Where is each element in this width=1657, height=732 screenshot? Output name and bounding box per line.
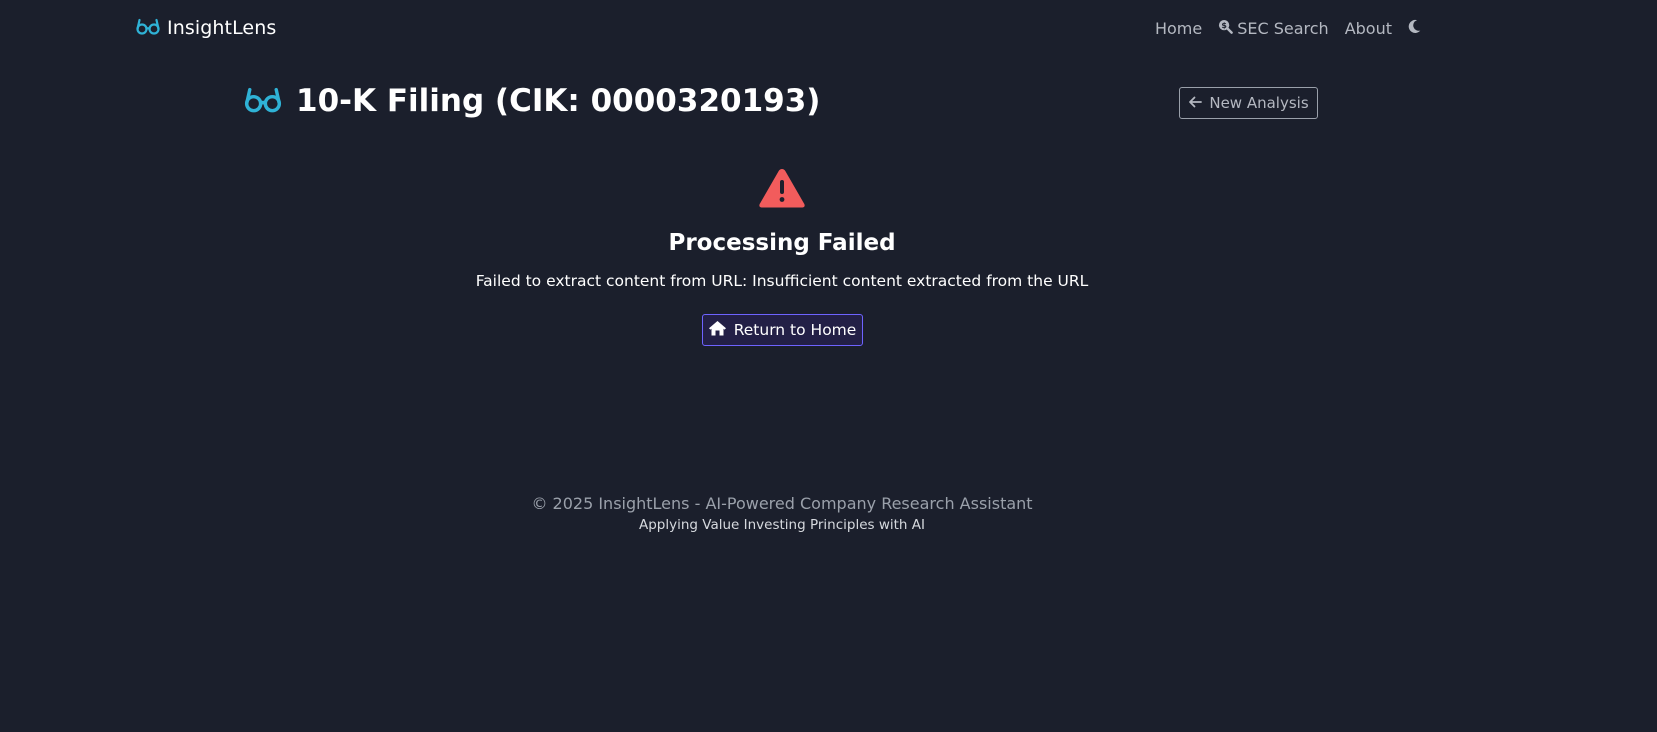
glasses-icon [244, 85, 282, 117]
footer-tagline: Applying Value Investing Principles with… [638, 517, 925, 533]
page-footer: © 2025 InsightLens - AI-Powered Company … [0, 493, 1564, 535]
page-title: 10-K Filing (CIK: 0000320193) [296, 83, 821, 119]
glasses-icon [136, 17, 160, 39]
error-panel: Processing Failed Failed to extract cont… [0, 166, 1564, 346]
arrow-left-icon [1188, 94, 1203, 112]
page-header: 10-K Filing (CIK: 0000320193) [244, 78, 820, 124]
nav-link-home-label: Home [1154, 18, 1203, 38]
nav-link-sec-search-label: SEC Search [1237, 18, 1329, 38]
brand-name: InsightLens [167, 17, 277, 39]
footer-copyright: © 2025 InsightLens - AI-Powered Company … [531, 494, 1033, 513]
search-dollar-icon: $ [1218, 19, 1233, 38]
theme-toggle-button[interactable] [1408, 19, 1421, 38]
return-home-label: Return to Home [733, 321, 857, 339]
svg-text:$: $ [1222, 21, 1228, 30]
nav-link-sec-search[interactable]: $ SEC Search [1218, 19, 1329, 38]
top-navbar: InsightLens Home $ SEC Search About [0, 0, 1657, 56]
new-analysis-label: New Analysis [1209, 94, 1309, 112]
brand-link[interactable]: InsightLens [136, 14, 276, 42]
warning-triangle-icon [757, 166, 807, 214]
moon-icon [1408, 19, 1421, 38]
error-message: Failed to extract content from URL: Insu… [475, 272, 1089, 290]
home-icon [708, 320, 727, 340]
return-home-button[interactable]: Return to Home [701, 314, 863, 346]
nav-link-about-label: About [1344, 18, 1392, 38]
error-title: Processing Failed [668, 230, 896, 256]
new-analysis-button[interactable]: New Analysis [1179, 87, 1318, 119]
nav-link-about[interactable]: About [1345, 19, 1392, 38]
nav-link-home[interactable]: Home [1155, 19, 1202, 38]
nav-links: Home $ SEC Search About [1155, 14, 1421, 42]
